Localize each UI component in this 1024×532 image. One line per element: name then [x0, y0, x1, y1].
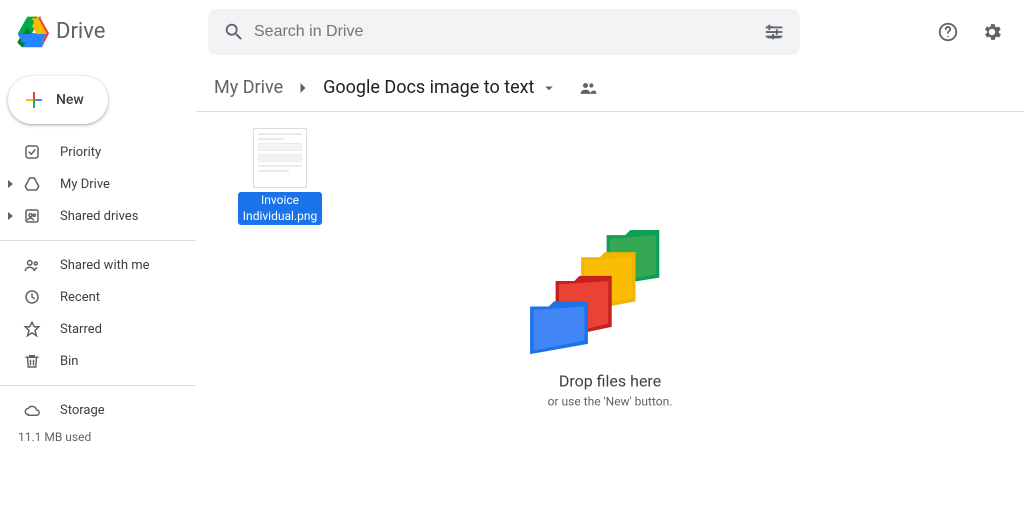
star-icon	[22, 320, 42, 338]
tune-icon[interactable]	[754, 12, 794, 52]
sidebar-item-label: Storage	[60, 403, 105, 418]
chevron-down-icon	[540, 79, 558, 97]
file-thumbnail	[253, 128, 307, 188]
breadcrumb: My Drive Google Docs image to text	[196, 64, 1024, 112]
search-input[interactable]	[254, 23, 754, 41]
sidebar-item-label: Recent	[60, 290, 100, 305]
sidebar-item-shared[interactable]: Shared with me	[0, 249, 196, 281]
divider	[0, 240, 196, 241]
app-name: Drive	[56, 19, 105, 44]
drop-title: Drop files here	[559, 371, 661, 390]
mydrive-icon	[22, 175, 42, 193]
sidebar-item-mydrive[interactable]: My Drive	[0, 168, 196, 200]
sidebar-item-label: Starred	[60, 322, 102, 337]
sidebar-item-label: Shared with me	[60, 258, 150, 273]
file-area[interactable]: Invoice Individual.png	[196, 112, 1024, 532]
new-button-label: New	[56, 92, 84, 108]
file-item[interactable]: Invoice Individual.png	[238, 128, 322, 225]
plus-icon	[22, 88, 46, 112]
search-icon[interactable]	[214, 12, 254, 52]
storage-used: 11.1 MB used	[0, 426, 196, 444]
sidebar-item-recent[interactable]: Recent	[0, 281, 196, 313]
drop-subtitle: or use the 'New' button.	[548, 394, 673, 408]
trash-icon	[22, 352, 42, 370]
sidebar-item-label: Bin	[60, 354, 78, 369]
sidebar-item-starred[interactable]: Starred	[0, 313, 196, 345]
new-button[interactable]: New	[8, 76, 108, 124]
sidebar-item-label: Shared drives	[60, 209, 138, 224]
sidebar-item-bin[interactable]: Bin	[0, 345, 196, 377]
settings-icon[interactable]	[972, 12, 1012, 52]
logo[interactable]: Drive	[12, 12, 208, 52]
help-icon[interactable]	[928, 12, 968, 52]
breadcrumb-current[interactable]: Google Docs image to text	[317, 73, 564, 102]
sidebar-item-label: My Drive	[60, 177, 110, 192]
people-icon[interactable]	[578, 78, 598, 98]
sidebar-item-label: Priority	[60, 145, 101, 160]
chevron-right-icon	[293, 78, 313, 98]
search-bar[interactable]	[208, 9, 800, 55]
drive-logo-icon	[12, 12, 52, 52]
main: My Drive Google Docs image to text	[196, 64, 1024, 532]
sidebar-item-storage[interactable]: Storage	[0, 394, 196, 426]
divider	[0, 385, 196, 386]
shared-icon	[22, 256, 42, 274]
breadcrumb-current-label: Google Docs image to text	[323, 77, 534, 98]
folders-illustration-icon	[525, 219, 695, 359]
sidebar-item-shareddrives[interactable]: Shared drives	[0, 200, 196, 232]
sidebar: New Priority My Drive Shared drives	[0, 64, 196, 532]
file-name: Invoice Individual.png	[238, 192, 322, 225]
recent-icon	[22, 288, 42, 306]
priority-icon	[22, 143, 42, 161]
drop-zone: Drop files here or use the 'New' button.	[525, 219, 695, 408]
sidebar-item-priority[interactable]: Priority	[0, 136, 196, 168]
shareddrives-icon	[22, 207, 42, 225]
cloud-icon	[22, 401, 42, 419]
breadcrumb-root[interactable]: My Drive	[208, 73, 289, 102]
